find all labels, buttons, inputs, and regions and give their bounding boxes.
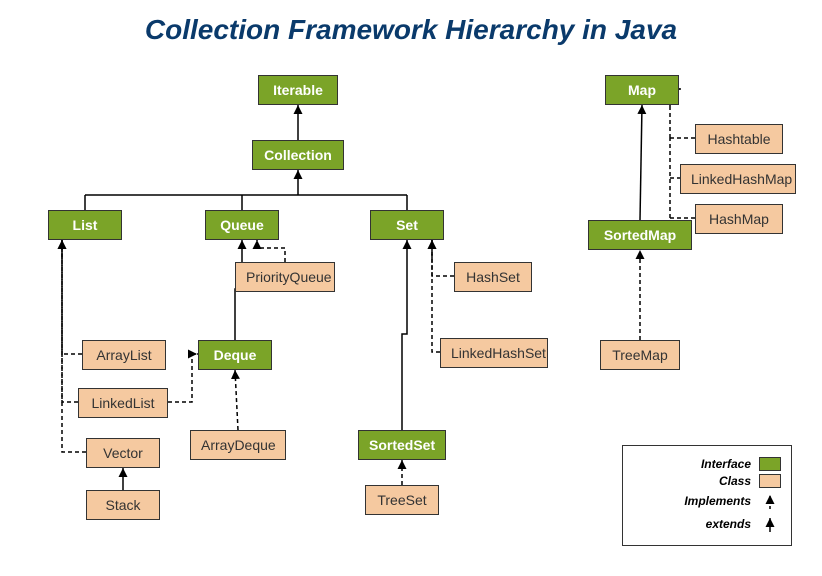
node-treeset: TreeSet: [365, 485, 439, 515]
legend-box: Interface Class Implements extends: [622, 445, 792, 546]
node-arraylist: ArrayList: [82, 340, 166, 370]
node-linkedlist: LinkedList: [78, 388, 168, 418]
legend-interface-swatch: [759, 457, 781, 471]
node-priorityqueue: PriorityQueue: [235, 262, 335, 292]
node-sortedmap: SortedMap: [588, 220, 692, 250]
legend-extends-label: extends: [706, 517, 751, 531]
node-arraydeque: ArrayDeque: [190, 430, 286, 460]
node-stack: Stack: [86, 490, 160, 520]
legend-interface-label: Interface: [701, 457, 751, 471]
node-deque: Deque: [198, 340, 272, 370]
node-iterable: Iterable: [258, 75, 338, 105]
node-collection: Collection: [252, 140, 344, 170]
legend-extends-arrow: [759, 514, 781, 534]
node-linkedhashset: LinkedHashSet: [440, 338, 548, 368]
legend-implements: Implements: [633, 491, 781, 511]
node-vector: Vector: [86, 438, 160, 468]
legend-extends: extends: [633, 514, 781, 534]
legend-class-swatch: [759, 474, 781, 488]
node-hashset: HashSet: [454, 262, 532, 292]
legend-implements-label: Implements: [684, 494, 751, 508]
node-set: Set: [370, 210, 444, 240]
node-treemap: TreeMap: [600, 340, 680, 370]
node-hashmap: HashMap: [695, 204, 783, 234]
legend-class: Class: [633, 474, 781, 488]
node-linkedhashmap: LinkedHashMap: [680, 164, 796, 194]
legend-interface: Interface: [633, 457, 781, 471]
node-sortedset: SortedSet: [358, 430, 446, 460]
legend-class-label: Class: [719, 474, 751, 488]
node-list: List: [48, 210, 122, 240]
legend-implements-arrow: [759, 491, 781, 511]
node-hashtable: Hashtable: [695, 124, 783, 154]
node-map: Map: [605, 75, 679, 105]
node-queue: Queue: [205, 210, 279, 240]
diagram-title: Collection Framework Hierarchy in Java: [0, 14, 822, 46]
